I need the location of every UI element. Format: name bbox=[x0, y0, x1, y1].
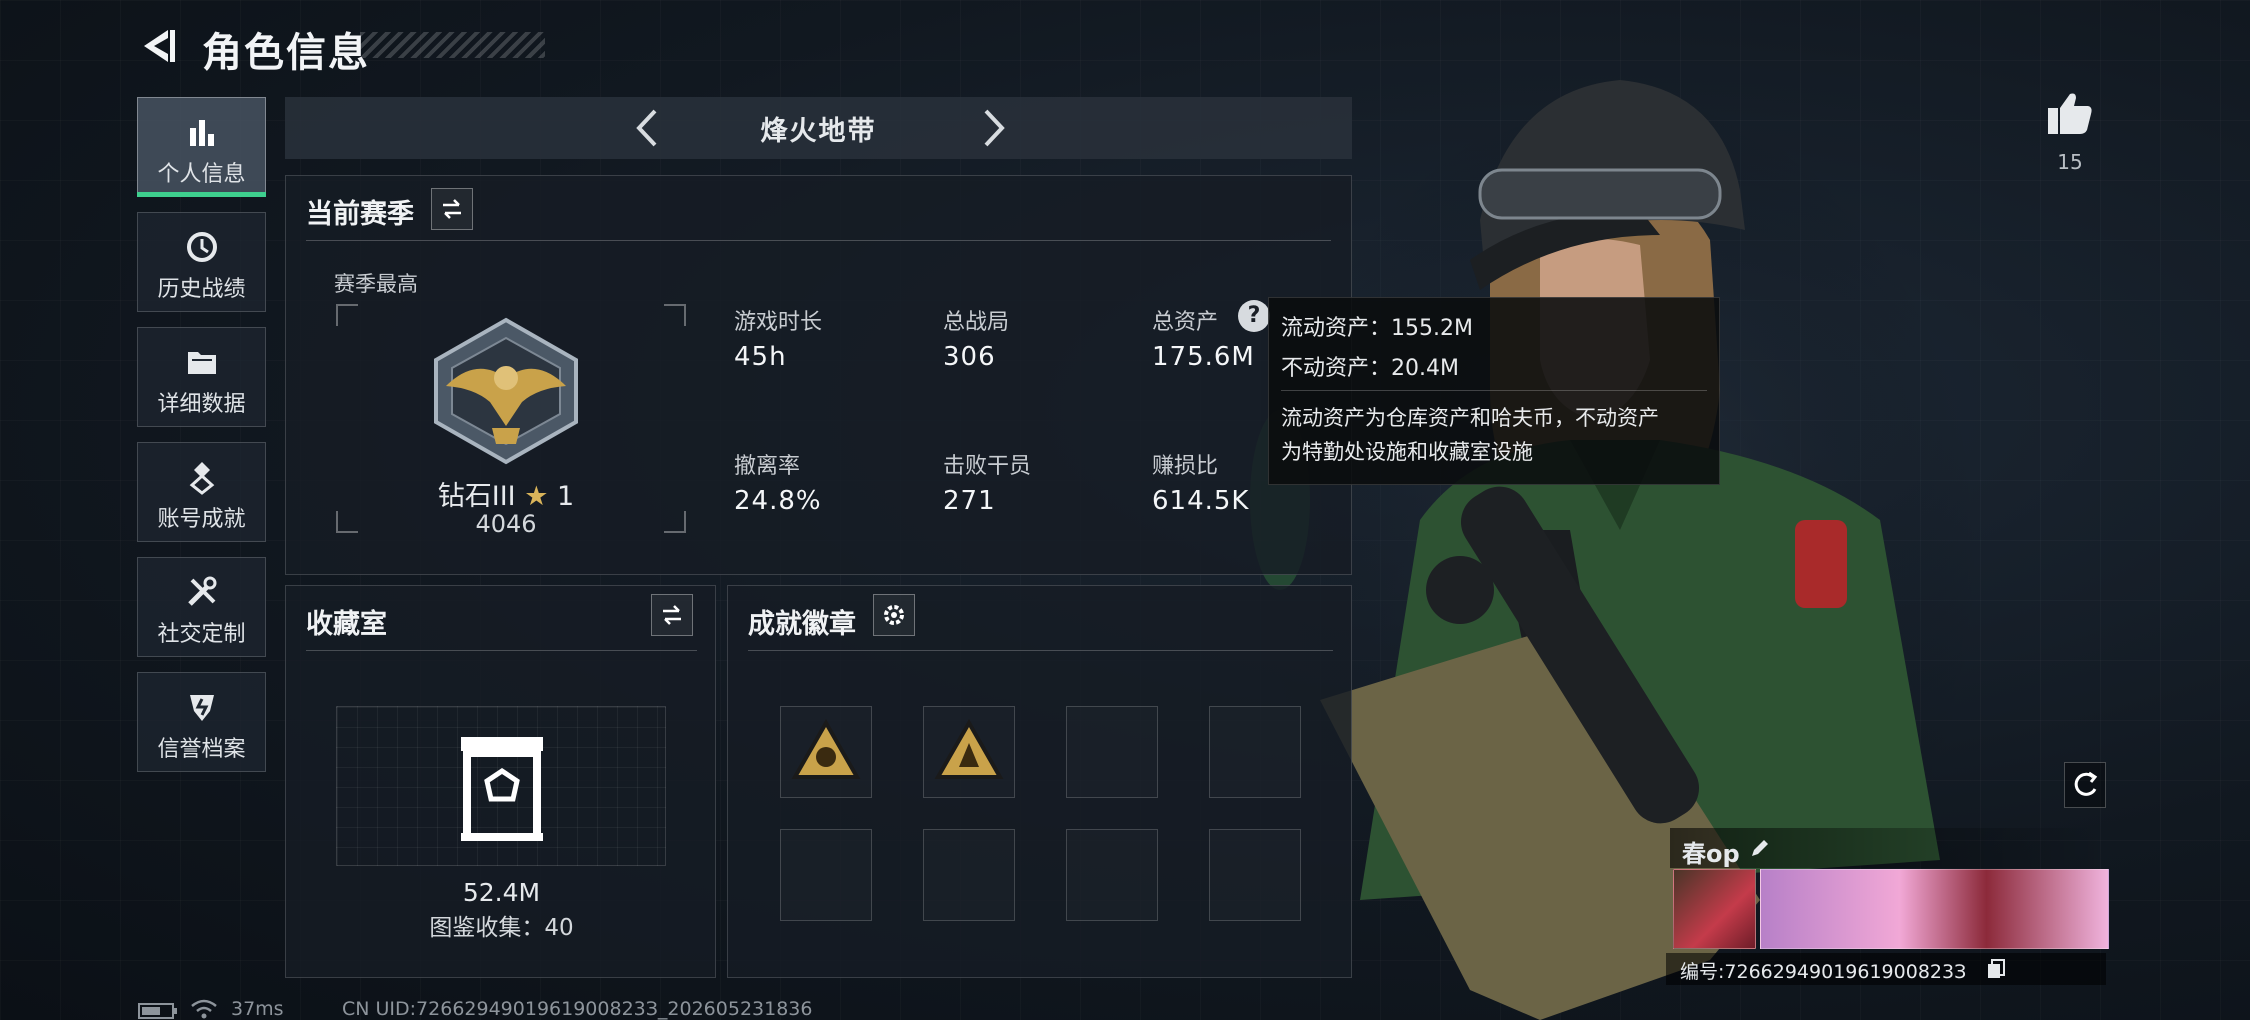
gear-icon bbox=[884, 605, 904, 625]
bar-chart-icon bbox=[189, 120, 214, 146]
stat-value-assets: 175.6M bbox=[1152, 342, 1255, 372]
title-decoration bbox=[360, 32, 545, 58]
refresh-icon bbox=[2074, 771, 2098, 796]
battery-icon bbox=[138, 1003, 177, 1019]
player-name-bar: 春op bbox=[1670, 828, 2110, 868]
stat-label-assets: 总资产 bbox=[1152, 310, 1219, 335]
sidebar-item-label: 账号成就 bbox=[157, 507, 246, 532]
season-switch-button[interactable] bbox=[431, 188, 473, 230]
stat-label-kills: 击败干员 bbox=[943, 454, 1032, 479]
tooltip-desc-line2: 为特勤处设施和收藏室设施 bbox=[1281, 440, 1533, 464]
vault-icon bbox=[461, 737, 543, 841]
tooltip-desc-line1: 流动资产为仓库资产和哈夫币，不动资产 bbox=[1281, 406, 1659, 430]
diamond-rank-emblem-icon bbox=[434, 317, 578, 465]
mode-selector: 烽火地带 bbox=[285, 97, 1352, 159]
divider bbox=[748, 650, 1333, 651]
swap-icon bbox=[443, 199, 461, 219]
player-id-bar: 编号:7266294901961900823З bbox=[1666, 953, 2106, 985]
sidebar-item-label: 社交定制 bbox=[157, 622, 246, 647]
player-name: 春op bbox=[1682, 840, 1740, 868]
tools-icon bbox=[187, 576, 216, 606]
sidebar-item-achievements[interactable]: 账号成就 bbox=[137, 442, 266, 542]
badge-slot[interactable] bbox=[780, 706, 872, 798]
season-best-label: 赛季最高 bbox=[334, 272, 418, 296]
rank-name: 钻石III bbox=[437, 481, 516, 512]
sidebar-item-label: 历史战绩 bbox=[157, 277, 246, 302]
sidebar-item-label: 信誉档案 bbox=[157, 737, 246, 762]
season-panel: 当前赛季 赛季最高 钻石III ★ 1 4046 游戏时长 45h 总战局 30… bbox=[285, 175, 1352, 575]
rank-line: 钻石III ★ 1 bbox=[396, 474, 616, 513]
wifi-icon bbox=[191, 999, 217, 1019]
stat-value-matches: 306 bbox=[943, 342, 996, 372]
page-title: 角色信息 bbox=[202, 30, 370, 76]
collection-count: 图鉴收集：40 bbox=[429, 915, 574, 941]
shield-icon bbox=[189, 695, 214, 721]
badge-slot[interactable] bbox=[923, 829, 1015, 921]
thumbs-up-icon[interactable] bbox=[2046, 90, 2094, 136]
sidebar-item-details[interactable]: 详细数据 bbox=[137, 327, 266, 427]
rank-score: 4046 bbox=[475, 510, 537, 538]
frame-corner bbox=[664, 304, 686, 326]
edit-pencil-icon[interactable] bbox=[1748, 836, 1772, 860]
season-title: 当前赛季 bbox=[306, 199, 414, 230]
like-count: 15 bbox=[2057, 150, 2083, 174]
frame-corner bbox=[664, 511, 686, 533]
next-mode-chevron-icon[interactable] bbox=[970, 105, 1016, 151]
mode-label: 烽火地带 bbox=[760, 116, 877, 147]
sidebar-item-profile[interactable]: 个人信息 bbox=[137, 97, 266, 197]
stat-label-playtime: 游戏时长 bbox=[734, 310, 823, 335]
player-avatar[interactable] bbox=[1673, 869, 1756, 949]
divider bbox=[306, 240, 1331, 241]
badge-slot[interactable] bbox=[1066, 829, 1158, 921]
badge-triangle-icon bbox=[934, 718, 1004, 779]
sidebar-item-social[interactable]: 社交定制 bbox=[137, 557, 266, 657]
stat-label-profit-ratio: 赚损比 bbox=[1152, 454, 1219, 479]
tooltip-fixed: 不动资产：20.4M bbox=[1281, 356, 1459, 381]
badge-slot[interactable] bbox=[1066, 706, 1158, 798]
swap-icon bbox=[663, 605, 681, 625]
stat-label-matches: 总战局 bbox=[943, 310, 1010, 335]
ping-value: 37ms bbox=[231, 998, 284, 1020]
assets-tooltip: 流动资产：155.2M 不动资产：20.4M 流动资产为仓库资产和哈夫币，不动资… bbox=[1268, 297, 1720, 485]
badge-slot[interactable] bbox=[1209, 829, 1301, 921]
badge-slot[interactable] bbox=[923, 706, 1015, 798]
achievements-title: 成就徽章 bbox=[748, 609, 856, 640]
player-name-card-banner[interactable] bbox=[1760, 869, 2109, 949]
clock-history-icon bbox=[186, 232, 217, 262]
collection-value: 52.4M bbox=[462, 878, 541, 907]
assets-help-icon[interactable]: ? bbox=[1238, 300, 1270, 332]
frame-corner bbox=[336, 304, 358, 326]
stat-value-kills: 271 bbox=[943, 486, 996, 516]
rank-stars: 1 bbox=[557, 481, 575, 512]
copy-icon[interactable] bbox=[1986, 958, 2006, 980]
collection-panel: 收藏室 52.4M 图鉴收集：40 bbox=[285, 585, 716, 978]
badge-slot[interactable] bbox=[1209, 706, 1301, 798]
collection-title: 收藏室 bbox=[306, 609, 387, 640]
refresh-button[interactable] bbox=[2064, 762, 2106, 808]
sidebar-item-label: 详细数据 bbox=[157, 392, 246, 417]
folder-icon bbox=[187, 352, 216, 374]
collection-switch-button[interactable] bbox=[651, 594, 693, 636]
uid-text: CN UID:7266294901961900823З_202605231836 bbox=[342, 998, 813, 1020]
frame-corner bbox=[336, 511, 358, 533]
sidebar-item-history[interactable]: 历史战绩 bbox=[137, 212, 266, 312]
badge-slot[interactable] bbox=[780, 829, 872, 921]
stat-value-profit-ratio: 614.5K bbox=[1152, 486, 1250, 516]
badge-triangle-icon bbox=[791, 718, 861, 779]
back-arrow-icon[interactable] bbox=[138, 26, 178, 66]
tooltip-liquid: 流动资产：155.2M bbox=[1281, 316, 1473, 341]
rank-star-icon: ★ bbox=[524, 481, 549, 512]
tooltip-divider bbox=[1281, 390, 1707, 391]
stat-label-extract-rate: 撤离率 bbox=[734, 454, 801, 479]
achievements-settings-button[interactable] bbox=[873, 594, 915, 636]
sidebar-item-reputation[interactable]: 信誉档案 bbox=[137, 672, 266, 772]
collection-display[interactable] bbox=[336, 706, 666, 866]
stat-value-playtime: 45h bbox=[734, 342, 787, 372]
divider bbox=[306, 650, 697, 651]
player-id: 编号:7266294901961900823З bbox=[1680, 961, 1967, 983]
medal-icon bbox=[189, 462, 214, 495]
sidebar-item-label: 个人信息 bbox=[157, 162, 246, 187]
achievements-panel: 成就徽章 bbox=[727, 585, 1352, 978]
stat-value-extract-rate: 24.8% bbox=[734, 486, 822, 516]
